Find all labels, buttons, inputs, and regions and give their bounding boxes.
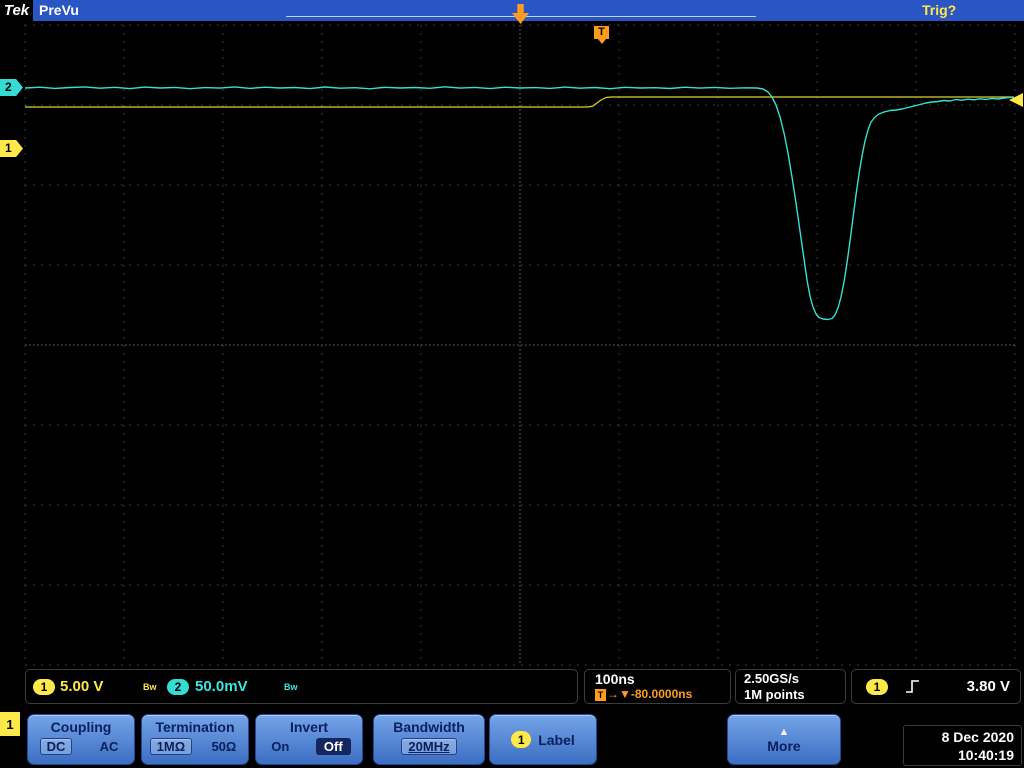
- softkey-label[interactable]: 1 Label: [489, 714, 597, 765]
- active-channel-side-badge: 1: [0, 712, 20, 736]
- softkey-more[interactable]: ▲ More: [727, 714, 841, 765]
- ch2-badge: 2: [167, 679, 189, 695]
- softkey-coupling[interactable]: Coupling DC AC: [27, 714, 135, 765]
- softkey-bandwidth-title: Bandwidth: [393, 719, 465, 735]
- rising-edge-slope-icon: [906, 680, 919, 693]
- date-text: 8 Dec 2020: [941, 729, 1014, 745]
- record-length-readout: 1M points: [744, 687, 805, 702]
- softkey-coupling-title: Coupling: [50, 719, 112, 735]
- trigger-flag-letter: T: [594, 26, 609, 39]
- ch1-badge: 1: [33, 679, 55, 695]
- trigger-flag-pointer-icon: [598, 39, 606, 44]
- waveform-canvas: [24, 86, 1015, 321]
- coupling-option-dc[interactable]: DC: [39, 738, 73, 755]
- tek-logo: Tek: [0, 0, 33, 21]
- trigger-level-readout: 3.80 V: [966, 678, 1010, 695]
- termination-option-1mohm[interactable]: 1MΩ: [149, 738, 193, 755]
- trigger-source-badge: 1: [866, 679, 888, 695]
- sample-rate-readout: 2.50GS/s: [744, 671, 799, 686]
- ch2-bandwidth-limit-icon: Bw: [284, 682, 298, 692]
- softkey-bandwidth[interactable]: Bandwidth 20MHz: [373, 714, 485, 765]
- label-channel-badge: 1: [511, 731, 532, 748]
- timebase-scale-readout: 100ns: [595, 671, 635, 687]
- ch1-scale-readout: 5.00 V: [60, 678, 104, 695]
- softkey-termination-title: Termination: [155, 719, 235, 735]
- time-text: 10:40:19: [957, 747, 1014, 763]
- bandwidth-option-20mhz[interactable]: 20MHz: [401, 738, 457, 755]
- more-up-arrow-icon: ▲: [778, 725, 790, 738]
- trigger-delay-readout: T →▼-80.0000ns: [595, 687, 692, 701]
- acquisition-mode-label: PreVu: [39, 2, 79, 18]
- datetime-display: 8 Dec 2020 10:40:19: [903, 725, 1022, 766]
- oscilloscope-screen: Tek PreVu Trig? T 2 1 1 5.00 V Bw 2 50.0…: [0, 0, 1024, 768]
- title-bar: Tek PreVu Trig?: [0, 0, 1024, 21]
- invert-option-off[interactable]: Off: [315, 738, 351, 755]
- invert-option-on[interactable]: On: [267, 739, 293, 754]
- trigger-status-label: Trig?: [922, 2, 957, 18]
- timebase-readout-box: 100ns T →▼-80.0000ns: [584, 669, 731, 704]
- ch2-scale-readout: 50.0mV: [195, 678, 248, 695]
- trigger-point-flag[interactable]: T: [594, 26, 609, 44]
- trigger-readout-box: 1 3.80 V: [851, 669, 1021, 704]
- termination-option-50ohm[interactable]: 50Ω: [207, 739, 240, 754]
- channel-readouts-box: 1 5.00 V Bw 2 50.0mV Bw: [25, 669, 578, 704]
- trigger-delay-value: →▼-80.0000ns: [607, 687, 693, 701]
- ch1-bandwidth-limit-icon: Bw: [143, 682, 157, 692]
- acquisition-readout-box: 2.50GS/s 1M points: [735, 669, 846, 704]
- softkey-more-title: More: [767, 737, 801, 754]
- coupling-option-ac[interactable]: AC: [96, 739, 123, 754]
- softkey-invert-title: Invert: [289, 719, 329, 735]
- trigger-delay-t-icon: T: [595, 688, 606, 701]
- softkey-invert[interactable]: Invert On Off: [255, 714, 363, 765]
- softkey-termination[interactable]: Termination 1MΩ 50Ω: [141, 714, 249, 765]
- softkey-label-title: Label: [538, 731, 575, 748]
